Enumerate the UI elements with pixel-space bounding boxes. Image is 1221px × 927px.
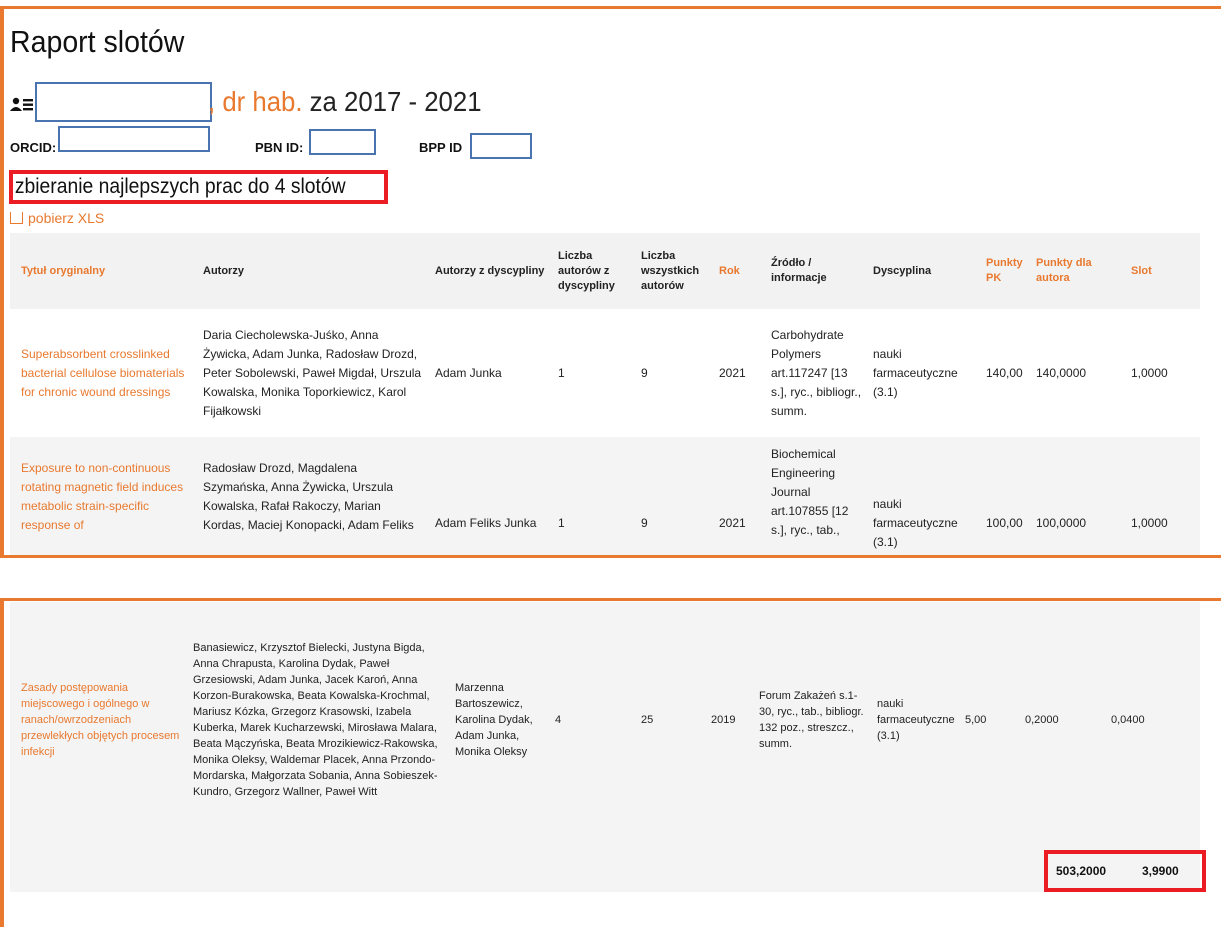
slots-table-continued: Zasady postępowania miejscowego i ogólne… <box>10 602 1200 892</box>
redacted-name <box>35 82 212 122</box>
header-year[interactable]: Rok <box>708 233 760 309</box>
download-xls-link[interactable]: pobierz XLS <box>10 210 104 226</box>
row-year: 2021 <box>708 309 760 437</box>
strategy-text: zbieranie najlepszych prac do 4 slotów <box>14 175 346 198</box>
user-card-icon <box>10 97 33 111</box>
row-n-all-authors: 25 <box>641 713 654 726</box>
row-points-pk: 140,00 <box>975 309 1025 437</box>
row-points-pk: 5,00 <box>965 713 987 726</box>
header-discipline: Dyscyplina <box>862 233 975 309</box>
row-year: 2019 <box>711 713 736 726</box>
header-authors: Autorzy <box>192 233 424 309</box>
table-row: Zasady postępowania miejscowego i ogólne… <box>10 602 1200 837</box>
panel-border-top <box>0 6 1221 9</box>
strategy-highlight: zbieranie najlepszych prac do 4 slotów <box>9 170 388 204</box>
header-title[interactable]: Tytuł oryginalny <box>10 233 192 309</box>
row-discipline-authors: Adam Junka <box>424 309 547 437</box>
panel-border-left <box>0 6 4 558</box>
redacted-bpp <box>470 133 532 159</box>
bpp-label: BPP ID <box>419 140 463 155</box>
panel-border-bottom <box>0 555 1221 558</box>
row-points-author: 0,2000 <box>1025 713 1059 726</box>
total-slot: 3,9900 <box>1142 864 1179 878</box>
row-n-all-authors: 9 <box>630 437 708 555</box>
header-points-pk[interactable]: Punkty PK <box>975 233 1025 309</box>
page-title: Raport slotów <box>10 24 185 59</box>
row-n-discipline-authors: 4 <box>555 713 562 726</box>
row-authors: Banasiewicz, Krzysztof Bielecki, Justyna… <box>193 641 438 798</box>
table-row: Superabsorbent crosslinked bacterial cel… <box>10 309 1200 437</box>
row-points-author: 100,0000 <box>1025 437 1120 555</box>
row-slot: 1,0000 <box>1120 437 1200 555</box>
totals-highlight: 503,2000 3,9900 <box>1044 850 1206 892</box>
row-discipline-authors: Adam Feliks Junka <box>424 437 547 555</box>
orcid-label: ORCID: <box>10 140 57 155</box>
row-source: Carbohydrate Polymers art.117247 [13 s.]… <box>760 309 862 437</box>
slots-table: Tytuł oryginalny Autorzy Autorzy z dyscy… <box>10 233 1200 555</box>
redacted-orcid <box>58 126 210 152</box>
row-authors: Radosław Drozd, Magdalena Szymańska, Ann… <box>192 437 424 555</box>
row-points-pk: 100,00 <box>975 437 1025 555</box>
pbn-label: PBN ID: <box>255 140 304 155</box>
author-degree-period: , dr hab. za 2017 - 2021 <box>208 86 482 118</box>
row-points-author: 140,0000 <box>1025 309 1120 437</box>
degree-label: , dr hab. <box>208 86 303 117</box>
download-xls-label: pobierz XLS <box>28 210 105 226</box>
table-row: Exposure to non-continuous rotating magn… <box>10 437 1200 555</box>
header-n-discipline-authors: Liczba autorów z dyscypliny <box>547 233 630 309</box>
panel2-border-left <box>0 598 4 927</box>
row-title-link[interactable]: Zasady postępowania miejscowego i ogólne… <box>10 602 182 837</box>
row-year: 2021 <box>708 437 760 555</box>
download-icon <box>10 212 23 224</box>
row-discipline: nauki farmaceutyczne (3.1) <box>862 309 975 437</box>
row-discipline-authors: Marzenna Bartoszewicz, Karolina Dydak, A… <box>455 681 533 758</box>
table-header: Tytuł oryginalny Autorzy Autorzy z dyscy… <box>10 233 1200 309</box>
period-label: za 2017 - 2021 <box>302 86 482 117</box>
row-slot: 0,0400 <box>1111 713 1145 726</box>
row-n-discipline-authors: 1 <box>547 437 630 555</box>
header-discipline-authors: Autorzy z dyscypliny <box>424 233 547 309</box>
header-source: Źródło / informacje <box>760 233 862 309</box>
row-discipline: nauki farmaceutyczne (3.1) <box>862 437 975 555</box>
row-source: Biochemical Engineering Journal art.1078… <box>760 437 862 555</box>
row-n-all-authors: 9 <box>630 309 708 437</box>
row-authors: Daria Ciecholewska-Juśko, Anna Żywicka, … <box>192 309 424 437</box>
row-title-link[interactable]: Superabsorbent crosslinked bacterial cel… <box>10 309 192 437</box>
header-points-author[interactable]: Punkty dla autora <box>1025 233 1120 309</box>
row-n-discipline-authors: 1 <box>547 309 630 437</box>
row-source: Forum Zakażeń s.1-30, ryc., tab., biblio… <box>759 689 864 750</box>
total-points-author: 503,2000 <box>1056 864 1107 878</box>
row-title-link[interactable]: Exposure to non-continuous rotating magn… <box>10 437 192 555</box>
row-slot: 1,0000 <box>1120 309 1200 437</box>
header-n-all-authors: Liczba wszystkich autorów <box>630 233 708 309</box>
row-discipline: nauki farmaceutyczne (3.1) <box>877 697 955 742</box>
panel2-border-top <box>0 598 1221 601</box>
header-slot[interactable]: Slot <box>1120 233 1200 309</box>
redacted-pbn <box>309 129 376 155</box>
